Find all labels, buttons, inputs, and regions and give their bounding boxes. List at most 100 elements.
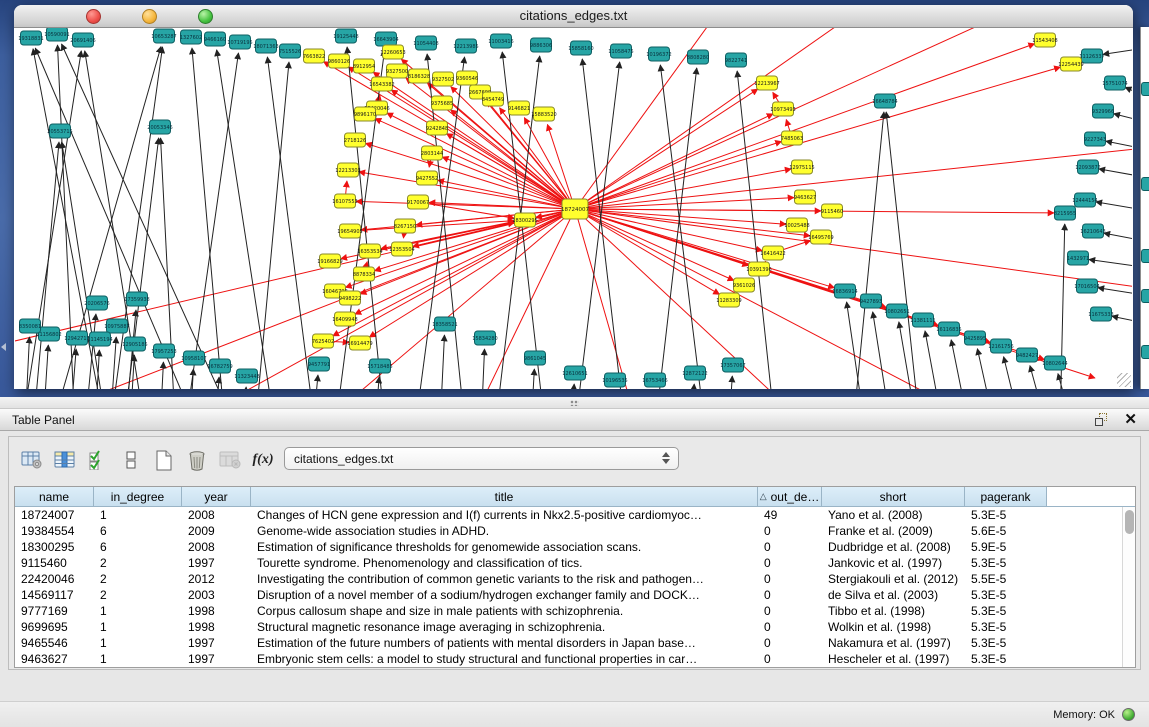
graph-node[interactable]: 10958107 xyxy=(181,351,206,365)
graph-node[interactable]: 12942717 xyxy=(64,331,89,345)
graph-node[interactable]: 12260653 xyxy=(380,45,405,59)
graph-node[interactable]: 11003416 xyxy=(488,34,513,48)
graph-node[interactable]: 7485063 xyxy=(781,131,803,145)
graph-node[interactable]: 16836914 xyxy=(832,284,857,298)
graph-node[interactable]: 9427893 xyxy=(860,294,882,308)
graph-node[interactable]: 9427552 xyxy=(416,171,438,185)
graph-node[interactable]: 8454749 xyxy=(482,92,504,106)
graph-node[interactable]: 11323448 xyxy=(234,369,259,383)
graph-node[interactable]: 12905185 xyxy=(122,337,147,351)
graph-node[interactable]: 8912954 xyxy=(353,59,375,73)
function-icon[interactable]: f(x) xyxy=(248,447,278,473)
graph-node[interactable]: 7663822 xyxy=(303,49,325,63)
graph-node[interactable]: 12254439 xyxy=(1058,57,1083,71)
graph-node[interactable]: 19125448 xyxy=(333,29,358,43)
graph-node[interactable]: 12353504 xyxy=(389,242,414,256)
graph-node[interactable]: 9242848 xyxy=(426,121,448,135)
graph-node[interactable]: 10196372 xyxy=(646,47,671,61)
graph-node[interactable] xyxy=(1141,82,1149,96)
graph-node[interactable]: 9375685 xyxy=(431,96,453,110)
graph-node[interactable]: 15718485 xyxy=(367,359,392,373)
graph-node[interactable]: 9886306 xyxy=(530,38,552,52)
graph-node[interactable]: 10802651 xyxy=(884,304,909,318)
graph-node[interactable]: 1327602 xyxy=(180,30,202,44)
graph-node[interactable]: 18358521 xyxy=(432,317,457,331)
new-document-icon[interactable] xyxy=(149,447,179,473)
table-row[interactable]: 977716911998Corpus callosum shape and si… xyxy=(15,603,1122,619)
graph-node[interactable]: 9329966 xyxy=(1092,104,1114,118)
graph-node[interactable]: 10196535 xyxy=(602,373,627,387)
table-column-icon[interactable] xyxy=(50,447,80,473)
table-row[interactable]: 911546021997Tourette syndrome. Phenomeno… xyxy=(15,555,1122,571)
table-row[interactable]: 1872400712008Changes of HCN gene express… xyxy=(15,507,1122,523)
graph-node[interactable]: 9457791 xyxy=(308,357,330,371)
graph-node[interactable]: 9170067 xyxy=(407,195,429,209)
window-resize-grip[interactable] xyxy=(1117,373,1131,387)
graph-node[interactable]: 10802644 xyxy=(1042,356,1067,370)
graph-node[interactable]: 10653287 xyxy=(151,29,176,43)
panel-splitter[interactable] xyxy=(0,397,1149,409)
graph-node[interactable]: 9822741 xyxy=(725,53,747,67)
table-row[interactable]: 1938455462009Genome-wide association stu… xyxy=(15,523,1122,539)
background-window-sliver[interactable] xyxy=(1140,27,1149,389)
graph-node[interactable]: 12213967 xyxy=(754,76,779,90)
graph-node[interactable]: 20691406 xyxy=(70,33,95,47)
network-canvas[interactable]: 1872400719318831105900912069140610653287… xyxy=(15,28,1132,389)
graph-node[interactable]: 8878334 xyxy=(353,267,375,281)
graph-node[interactable]: 11054408 xyxy=(413,36,438,50)
table-selector-dropdown[interactable]: citations_edges.txt xyxy=(284,447,679,470)
graph-node[interactable]: 11058475 xyxy=(608,44,633,58)
graph-node[interactable]: 9327502 xyxy=(432,72,454,86)
graph-node[interactable]: 8186328 xyxy=(408,69,430,83)
graph-node[interactable]: 9227343 xyxy=(1084,132,1106,146)
network-view-window[interactable]: citations_edges.txt 18724007193188311059… xyxy=(14,5,1133,389)
graph-node[interactable]: 16416422 xyxy=(760,246,785,260)
column-header-year[interactable]: year xyxy=(182,487,251,506)
trash-icon[interactable] xyxy=(182,447,212,473)
graph-node[interactable]: 8350081 xyxy=(19,319,41,333)
graph-node[interactable]: 8267150 xyxy=(394,219,416,233)
graph-node[interactable]: 10391396 xyxy=(746,262,771,276)
graph-node[interactable]: 2718126 xyxy=(344,133,366,147)
graph-node[interactable]: 1432971 xyxy=(1067,251,1089,265)
graph-node[interactable]: 9115460 xyxy=(821,204,843,218)
graph-node[interactable]: 15834280 xyxy=(472,331,497,345)
graph-node[interactable]: 9146821 xyxy=(508,101,530,115)
column-header-title[interactable]: title xyxy=(251,487,758,506)
graph-node[interactable]: 16914479 xyxy=(347,336,372,350)
table-vertical-scrollbar[interactable] xyxy=(1122,507,1135,667)
split-rows-icon[interactable] xyxy=(116,447,146,473)
close-panel-icon[interactable]: ✕ xyxy=(1124,410,1137,428)
graph-node[interactable]: 12444154 xyxy=(1072,193,1097,207)
graph-node[interactable]: 12872122 xyxy=(682,366,707,380)
column-header-in_degree[interactable]: in_degree xyxy=(94,487,182,506)
graph-node[interactable]: 7625402 xyxy=(312,334,334,348)
checkboxes-icon[interactable] xyxy=(83,447,113,473)
graph-node[interactable]: 11283309 xyxy=(716,293,741,307)
graph-node[interactable]: 9327500 xyxy=(386,64,408,78)
network-window-titlebar[interactable]: citations_edges.txt xyxy=(14,5,1133,28)
graph-node[interactable]: 10719195 xyxy=(227,35,252,49)
graph-node[interactable]: 16210643 xyxy=(1080,224,1105,238)
panel-collapse-arrow-icon[interactable] xyxy=(1,343,6,351)
graph-node[interactable]: 15858160 xyxy=(568,41,593,55)
graph-node[interactable]: 9360546 xyxy=(456,71,478,85)
graph-node[interactable]: 19166829 xyxy=(317,254,342,268)
delete-table-icon[interactable] xyxy=(215,447,245,473)
graph-node[interactable]: 9361026 xyxy=(733,278,755,292)
graph-node[interactable]: 10025488 xyxy=(784,218,809,232)
graph-node[interactable]: 16495769 xyxy=(808,230,833,244)
graph-node[interactable]: 12610651 xyxy=(562,366,587,380)
graph-node[interactable]: 12213985 xyxy=(453,39,478,53)
graph-node[interactable]: 11145194 xyxy=(87,332,112,346)
column-header-name[interactable]: name xyxy=(15,487,94,506)
table-gear-icon[interactable] xyxy=(17,447,47,473)
graph-node[interactable]: 16353534 xyxy=(357,244,382,258)
graph-node[interactable] xyxy=(1141,345,1149,359)
graph-node[interactable]: 19654905 xyxy=(337,224,362,238)
graph-node[interactable]: 2803144 xyxy=(421,146,443,160)
graph-node[interactable]: 9463627 xyxy=(794,190,816,204)
graph-node[interactable]: 12161756 xyxy=(988,339,1013,353)
graph-node[interactable]: 20053346 xyxy=(147,120,172,134)
graph-node[interactable]: 16543382 xyxy=(369,77,394,91)
